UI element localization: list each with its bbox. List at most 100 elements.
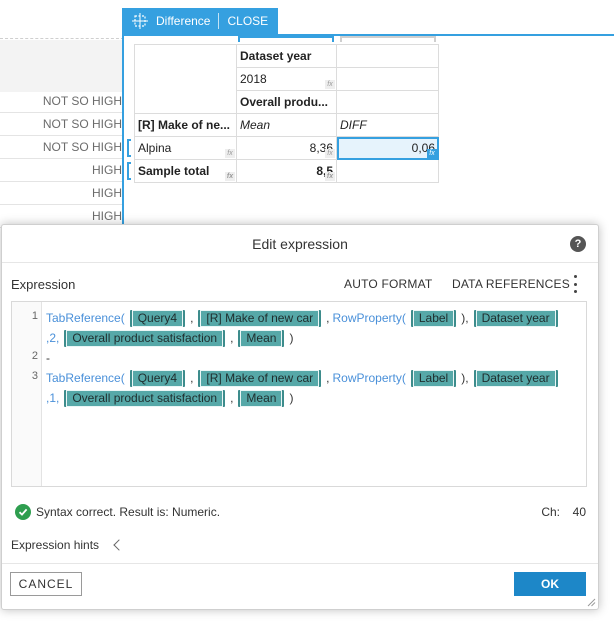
column-indicator-diff: [340, 36, 436, 42]
expression-hints-label: Expression hints: [11, 538, 100, 552]
row-indicator: [127, 162, 131, 180]
row-header-cell[interactable]: [R] Make of ne...: [134, 113, 237, 137]
reference-pill[interactable]: Query4: [129, 309, 186, 327]
comma-token: ,: [326, 311, 330, 325]
app-root: NOT SO HIGH NOT SO HIGH NOT SO HIGH HIGH…: [0, 0, 614, 629]
background-row-label: NOT SO HIGH: [0, 113, 124, 136]
close-panel-button[interactable]: CLOSE: [227, 14, 268, 28]
function-token: RowProperty(: [332, 371, 406, 385]
header-year-cell[interactable]: 2018 fx: [236, 67, 337, 91]
col-diff-header-cell[interactable]: DIFF: [336, 113, 439, 137]
fx-icon: fx: [325, 172, 335, 181]
comma-token: ,: [190, 371, 194, 385]
resize-handle-icon[interactable]: [587, 598, 596, 607]
fx-icon: fx: [427, 149, 437, 158]
reference-pill[interactable]: Overall product satisfaction: [64, 329, 226, 347]
fx-icon: fx: [225, 172, 235, 181]
line-number: 3: [31, 370, 38, 382]
code-line: TabReference( Query4 , [R] Make of new c…: [46, 308, 560, 328]
expression-label: Expression: [11, 277, 76, 292]
background-row-label: HIGH: [0, 159, 124, 182]
mean-value-cell[interactable]: 8,36 fx: [236, 136, 337, 160]
comma-token: ,: [190, 311, 194, 325]
row-label-cell[interactable]: Alpina fx: [127, 136, 237, 160]
col-mean-header-cell[interactable]: Mean: [236, 113, 337, 137]
expression-editor[interactable]: 1 2 3 TabReference( Query4 , [R] Make of…: [11, 301, 587, 487]
reference-pill[interactable]: Overall product satisfaction: [64, 389, 226, 407]
background-row-label: HIGH: [0, 182, 124, 205]
reference-pill[interactable]: [R] Make of new car: [198, 309, 322, 327]
char-count-value: 40: [572, 505, 586, 519]
function-token: TabReference(: [46, 371, 125, 385]
function-token: RowProperty(: [332, 311, 406, 325]
code-line: TabReference( Query4 , [R] Make of new c…: [46, 368, 560, 388]
background-grid: NOT SO HIGH NOT SO HIGH NOT SO HIGH HIGH…: [0, 0, 124, 260]
reference-pill[interactable]: Mean: [238, 329, 285, 347]
reference-pill[interactable]: Query4: [129, 369, 186, 387]
diff-value-cell-selected[interactable]: 0,06 fx: [336, 136, 439, 160]
header-year-label: 2018: [240, 72, 267, 86]
number-token: ,2,: [46, 331, 60, 345]
auto-format-button[interactable]: AUTO FORMAT: [344, 277, 432, 291]
header-empty-cell[interactable]: [336, 90, 439, 114]
syntax-status: Syntax correct. Result is: Numeric.: [15, 504, 220, 520]
mean-value-cell[interactable]: 8,5 fx: [236, 159, 337, 183]
difference-tab-title: Difference: [156, 14, 211, 28]
paren-token: ),: [461, 311, 469, 325]
data-references-button[interactable]: DATA REFERENCES: [452, 277, 570, 291]
code-line: ,1, Overall product satisfaction , Mean …: [46, 388, 296, 408]
paren-token: ): [289, 391, 294, 405]
diff-value-cell[interactable]: [336, 159, 439, 183]
background-row-label: NOT SO HIGH: [0, 136, 124, 159]
tab-separator: [218, 13, 220, 29]
table-row: Alpina fx 8,36 fx 0,06 fx: [127, 136, 439, 160]
reference-pill[interactable]: Label: [410, 309, 457, 327]
col-mean-label: Mean: [240, 118, 271, 132]
header-dataset-cell[interactable]: Dataset year: [236, 44, 337, 68]
fx-icon: fx: [325, 80, 335, 89]
reference-pill[interactable]: Dataset year: [473, 369, 558, 387]
reference-pill[interactable]: Label: [410, 369, 457, 387]
expression-hints-toggle[interactable]: Expression hints: [11, 538, 125, 552]
reference-pill[interactable]: Dataset year: [473, 309, 558, 327]
dialog-footer: CANCEL OK: [2, 563, 598, 609]
background-shade: [0, 40, 124, 92]
row-label: Sample total: [138, 164, 210, 178]
comma-token: ,: [230, 391, 234, 405]
char-count-label: Ch:: [541, 505, 560, 519]
reference-pill[interactable]: Mean: [238, 389, 285, 407]
header-empty-cell[interactable]: [336, 67, 439, 91]
table-row: Sample total fx 8,5 fx: [127, 159, 439, 183]
help-icon[interactable]: ?: [570, 236, 586, 252]
header-empty-cell[interactable]: [336, 44, 439, 68]
column-indicator-mean: [238, 36, 334, 42]
row-label-cell[interactable]: Sample total fx: [127, 159, 237, 183]
header-measure-label: Overall produ...: [240, 95, 329, 109]
background-dashed-line: [0, 38, 124, 39]
difference-panel: Difference CLOSE Dataset year 2018 fx Ove…: [122, 8, 614, 248]
chevron-left-icon: [113, 539, 125, 551]
row-header-label: [R] Make of ne...: [138, 118, 231, 132]
minus-token: -: [46, 351, 50, 365]
background-row-label: NOT SO HIGH: [0, 90, 124, 113]
move-icon[interactable]: [130, 11, 150, 31]
code-line: ,2, Overall product satisfaction , Mean …: [46, 328, 296, 348]
row-label: Alpina: [138, 141, 172, 155]
code-line: -: [46, 348, 50, 368]
function-token: TabReference(: [46, 311, 125, 325]
ok-button[interactable]: OK: [514, 572, 586, 596]
dialog-title: Edit expression: [2, 225, 598, 263]
header-dataset-label: Dataset year: [240, 49, 312, 63]
data-table: Dataset year 2018 fx Overall produ... [R]…: [127, 44, 439, 183]
difference-tab: Difference CLOSE: [124, 8, 279, 34]
edit-expression-dialog: Edit expression ? Expression AUTO FORMAT…: [1, 224, 599, 610]
check-circle-icon: [15, 504, 31, 520]
row-indicator: [127, 139, 131, 157]
cancel-button[interactable]: CANCEL: [10, 572, 82, 596]
reference-pill[interactable]: [R] Make of new car: [198, 369, 322, 387]
header-measure-cell[interactable]: Overall produ...: [236, 90, 337, 114]
paren-token: ): [289, 331, 294, 345]
paren-token: ),: [461, 371, 469, 385]
more-options-icon[interactable]: [572, 275, 578, 293]
syntax-status-text: Syntax correct. Result is: Numeric.: [36, 505, 221, 519]
